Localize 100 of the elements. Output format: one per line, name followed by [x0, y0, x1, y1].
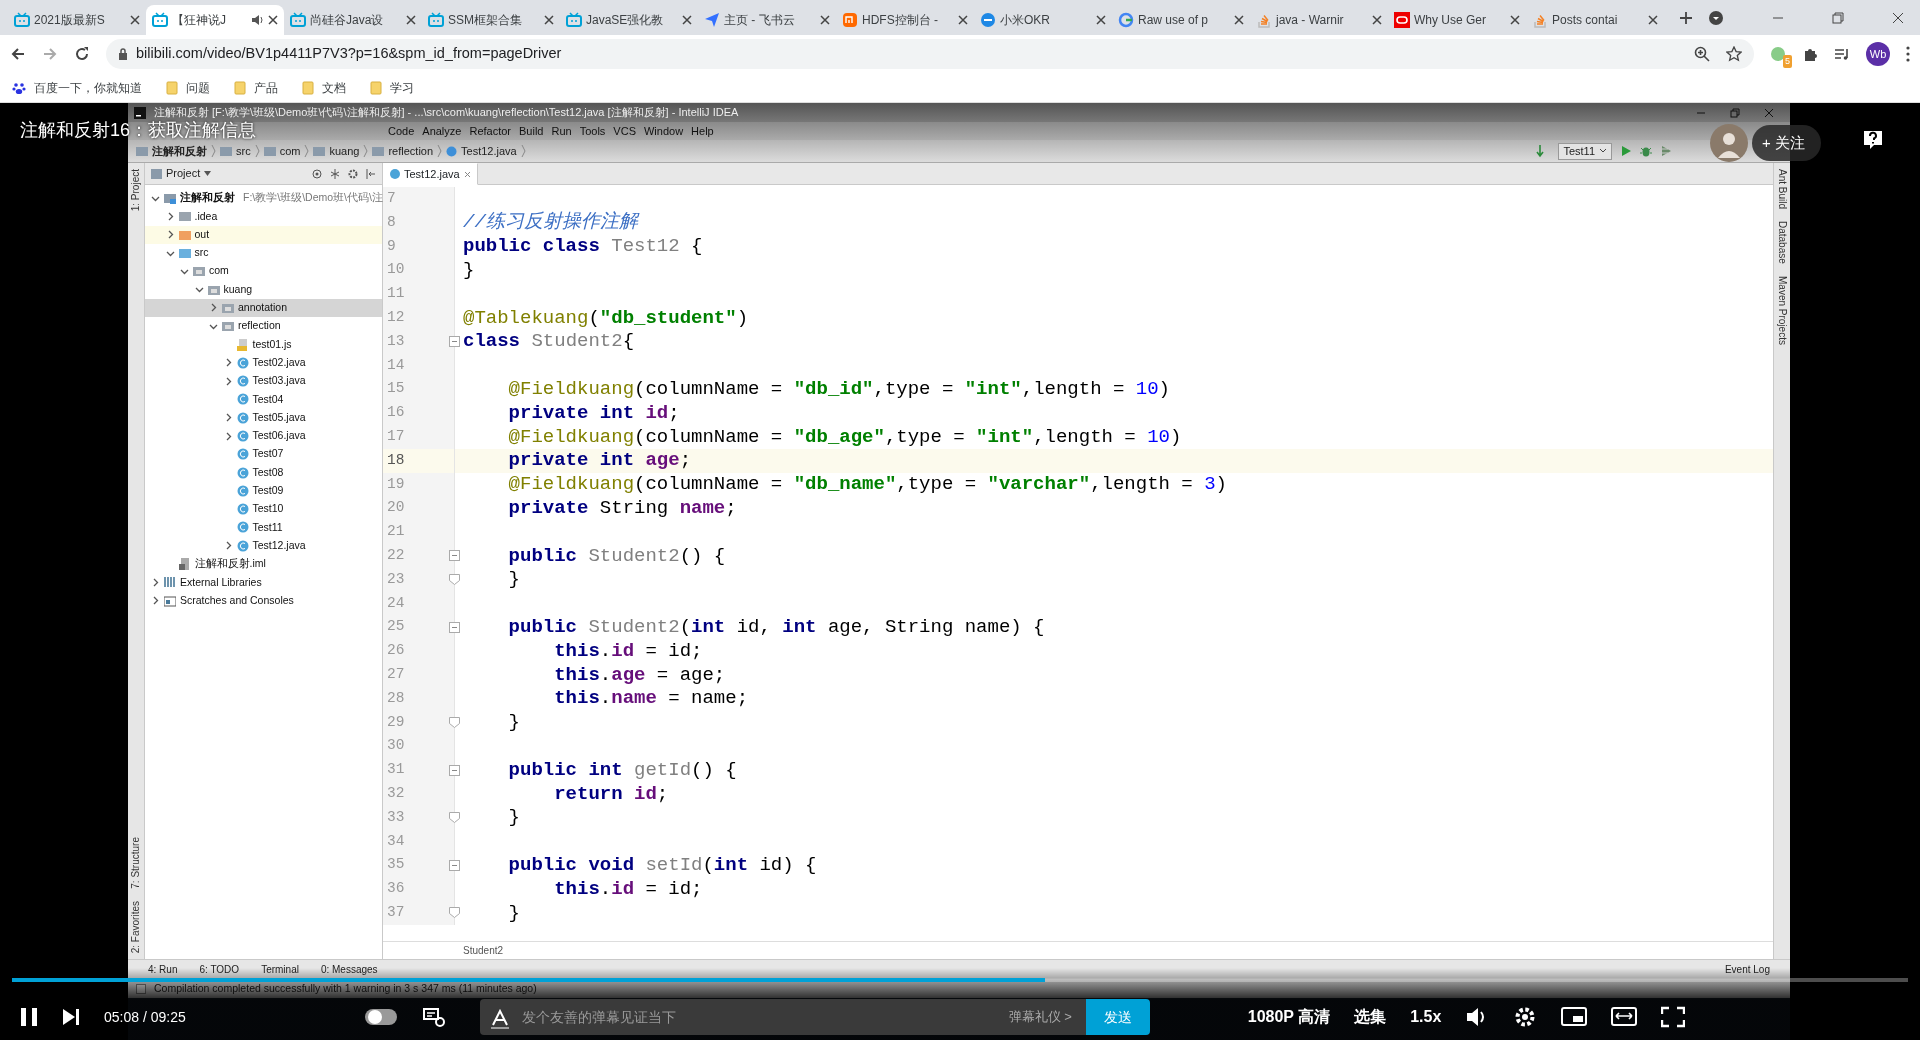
- breadcrumb-item[interactable]: kuang: [313, 142, 360, 160]
- debug-icon[interactable]: [1640, 145, 1652, 157]
- tree-item[interactable]: annotation: [145, 298, 382, 318]
- menu-item[interactable]: Build: [519, 122, 544, 140]
- tool-window-button[interactable]: 7: Structure: [128, 831, 144, 895]
- tool-window-button[interactable]: 1: Project: [128, 163, 144, 218]
- fullscreen-icon[interactable]: [1661, 1006, 1686, 1028]
- tree-item[interactable]: Test05.java: [145, 408, 382, 427]
- tool-window-button[interactable]: Terminal: [261, 961, 299, 977]
- run-config-dropdown[interactable]: Test11: [1558, 142, 1612, 160]
- menu-item[interactable]: VCS: [613, 122, 636, 140]
- target-icon[interactable]: [312, 168, 322, 179]
- tool-window-button[interactable]: Maven Projects: [1774, 269, 1790, 351]
- etiquette-link[interactable]: 弹幕礼仪 >: [994, 999, 1086, 1035]
- tree-item[interactable]: Test08: [145, 463, 382, 482]
- tree-item[interactable]: Test03.java: [145, 371, 382, 391]
- browser-tab[interactable]: 2021版最新S: [8, 5, 146, 35]
- tool-window-button[interactable]: 0: Messages: [320, 961, 378, 977]
- breadcrumb-item[interactable]: Student2: [463, 943, 504, 958]
- tool-window-button[interactable]: 2: Favorites: [128, 894, 144, 959]
- tool-window-button[interactable]: 4: Run: [148, 961, 178, 977]
- fold-marker-icon[interactable]: [449, 621, 460, 633]
- close-icon[interactable]: [958, 15, 968, 25]
- browser-tab[interactable]: 主页 - 飞书云: [698, 5, 836, 35]
- browser-tab[interactable]: JavaSE强化教: [560, 5, 698, 35]
- browser-tab[interactable]: SSM框架合集: [422, 5, 560, 35]
- breadcrumb-item[interactable]: Test12.java: [446, 142, 517, 160]
- restore-icon[interactable]: [1730, 107, 1740, 118]
- bookmark[interactable]: 学习: [370, 78, 414, 97]
- text-style-icon[interactable]: [479, 999, 520, 1035]
- tool-window-button[interactable]: Ant Build: [1774, 163, 1790, 216]
- coverage-icon[interactable]: [1660, 145, 1672, 157]
- next-icon[interactable]: [62, 1008, 80, 1026]
- star-icon[interactable]: [1726, 46, 1742, 62]
- close-icon[interactable]: [1096, 15, 1106, 25]
- close-icon[interactable]: [268, 15, 278, 25]
- tree-item[interactable]: Scratches and Consoles: [145, 591, 382, 610]
- bookmark[interactable]: 文档: [302, 78, 346, 97]
- breadcrumb-item[interactable]: com: [263, 142, 301, 160]
- fold-marker-icon[interactable]: [449, 336, 460, 348]
- new-tab-icon[interactable]: [1678, 10, 1694, 26]
- close-icon[interactable]: [1892, 11, 1904, 24]
- profile-avatar[interactable]: Wb: [1866, 42, 1890, 66]
- close-icon[interactable]: [406, 15, 416, 25]
- back-icon[interactable]: [10, 46, 26, 62]
- settings-icon[interactable]: [348, 168, 358, 179]
- breadcrumb-item[interactable]: 注解和反射: [136, 142, 207, 160]
- tool-window-button[interactable]: Database: [1774, 215, 1790, 270]
- menu-item[interactable]: Help: [691, 122, 714, 140]
- quality-button[interactable]: 1080P 高清: [1247, 1005, 1331, 1029]
- tree-item[interactable]: test01.js: [145, 335, 382, 354]
- close-icon[interactable]: [544, 15, 554, 25]
- tree-item[interactable]: Test07: [145, 445, 382, 464]
- project-view-dropdown[interactable]: Project: [151, 165, 212, 182]
- danmaku-input[interactable]: 发个友善的弹幕见证当下: [519, 999, 995, 1035]
- browser-tab[interactable]: Raw use of p: [1112, 5, 1250, 35]
- tree-item[interactable]: Test11: [145, 518, 382, 537]
- bookmark[interactable]: 百度一下，你就知道: [12, 78, 142, 97]
- progress-track[interactable]: [12, 978, 1908, 982]
- menu-item[interactable]: Analyze: [422, 122, 462, 140]
- tree-item[interactable]: Test06.java: [145, 426, 382, 446]
- bookmark[interactable]: 问题: [166, 78, 210, 97]
- puzzle-icon[interactable]: [1802, 46, 1818, 62]
- tree-item[interactable]: kuang: [145, 280, 382, 299]
- menu-item[interactable]: Refactor: [469, 122, 511, 140]
- fold-marker-icon[interactable]: [449, 550, 460, 562]
- follow-button[interactable]: + 关注: [1752, 125, 1821, 161]
- browser-tab[interactable]: 尚硅谷Java设: [284, 5, 422, 35]
- playlist-icon[interactable]: [1834, 46, 1850, 62]
- browser-tab[interactable]: Why Use Ger: [1388, 5, 1526, 35]
- tree-item[interactable]: com: [145, 262, 382, 281]
- tab-search-icon[interactable]: [1708, 9, 1724, 26]
- breadcrumb-item[interactable]: reflection: [372, 142, 434, 160]
- breadcrumb-item[interactable]: src: [220, 142, 251, 160]
- more-icon[interactable]: [1906, 46, 1910, 62]
- tree-item[interactable]: src: [145, 243, 382, 263]
- tree-item[interactable]: Test12.java: [145, 536, 382, 555]
- menu-item[interactable]: Window: [644, 122, 684, 140]
- tool-window-button[interactable]: Event Log: [1724, 961, 1770, 977]
- editor-tab[interactable]: Test12.java: [383, 163, 478, 185]
- close-icon[interactable]: [1234, 15, 1244, 25]
- address-bar[interactable]: bilibili.com/video/BV1p4411P7V3?p=16&spm_id_from=pageDriver: [106, 39, 1754, 69]
- tree-item[interactable]: .idea: [145, 207, 382, 226]
- close-icon[interactable]: [1648, 15, 1658, 25]
- hide-icon[interactable]: [366, 168, 376, 179]
- tree-item[interactable]: out: [145, 225, 382, 244]
- restore-icon[interactable]: [1832, 11, 1844, 24]
- close-icon[interactable]: [130, 15, 140, 25]
- tree-item[interactable]: Test02.java: [145, 353, 382, 372]
- speed-button[interactable]: 1.5x: [1410, 1005, 1442, 1029]
- pause-icon[interactable]: [20, 1007, 38, 1027]
- collapse-icon[interactable]: [330, 168, 340, 179]
- tree-item[interactable]: Test04: [145, 390, 382, 409]
- close-icon[interactable]: [682, 15, 692, 25]
- tree-item[interactable]: 注解和反射 F:\教学\班级\Demo班\代码\注: [145, 189, 382, 208]
- bookmark[interactable]: 产品: [234, 78, 278, 97]
- tree-item[interactable]: 注解和反射.iml: [145, 554, 382, 574]
- zoom-icon[interactable]: [1694, 46, 1710, 62]
- fold-marker-icon[interactable]: [449, 764, 460, 776]
- picture-in-picture-icon[interactable]: [1561, 1006, 1588, 1028]
